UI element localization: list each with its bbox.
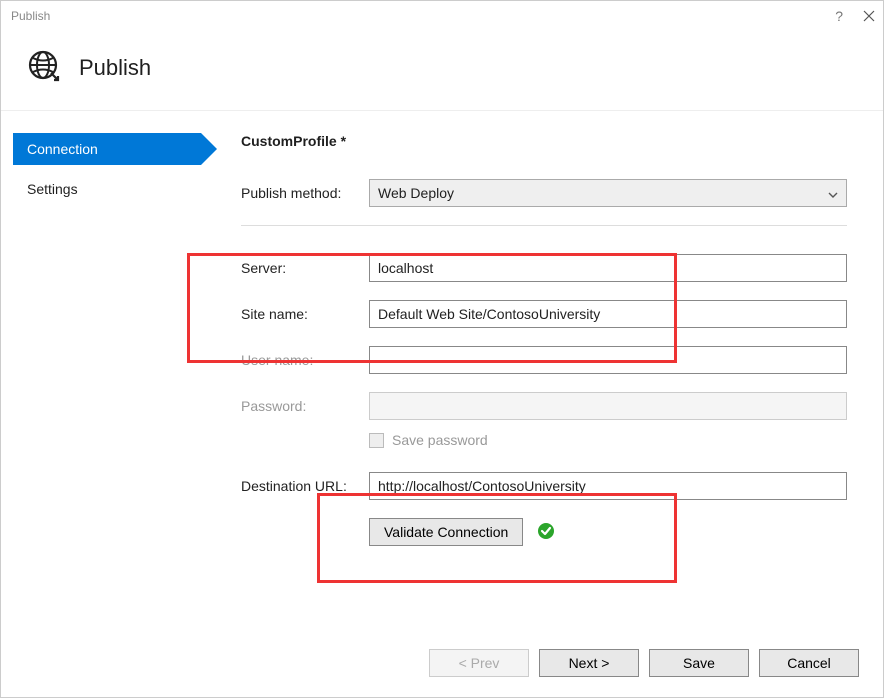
profile-name: CustomProfile * [241, 133, 847, 149]
server-input[interactable] [369, 254, 847, 282]
check-icon [537, 522, 555, 543]
sidebar: Connection Settings [1, 133, 201, 637]
header: Publish [1, 31, 883, 111]
save-button[interactable]: Save [649, 649, 749, 677]
sidebar-item-settings[interactable]: Settings [13, 173, 201, 205]
sidebar-item-label: Settings [27, 181, 78, 197]
help-icon[interactable]: ? [835, 8, 843, 24]
password-label: Password: [241, 398, 369, 414]
prev-button[interactable]: < Prev [429, 649, 529, 677]
sidebar-item-connection[interactable]: Connection [13, 133, 201, 165]
publish-method-label: Publish method: [241, 185, 369, 201]
site-name-label: Site name: [241, 306, 369, 322]
main-pane: CustomProfile * Publish method: Web Depl… [201, 133, 883, 637]
validate-connection-button[interactable]: Validate Connection [369, 518, 523, 546]
publish-dialog: Publish ? Publish Connection [0, 0, 884, 698]
page-title: Publish [79, 55, 151, 81]
user-name-label: User name: [241, 352, 369, 368]
publish-method-select[interactable]: Web Deploy [369, 179, 847, 207]
titlebar: Publish ? [1, 1, 883, 31]
user-name-input[interactable] [369, 346, 847, 374]
destination-url-label: Destination URL: [241, 478, 369, 494]
close-icon[interactable] [863, 10, 875, 22]
password-input[interactable] [369, 392, 847, 420]
sidebar-item-label: Connection [27, 141, 98, 157]
chevron-down-icon [828, 185, 838, 201]
server-label: Server: [241, 260, 369, 276]
cancel-button[interactable]: Cancel [759, 649, 859, 677]
footer: < Prev Next > Save Cancel [1, 637, 883, 697]
next-button[interactable]: Next > [539, 649, 639, 677]
destination-url-input[interactable] [369, 472, 847, 500]
globe-icon [27, 49, 61, 86]
site-name-input[interactable] [369, 300, 847, 328]
publish-method-value: Web Deploy [378, 185, 454, 201]
save-password-checkbox[interactable] [369, 433, 384, 448]
section-divider [241, 225, 847, 226]
save-password-label: Save password [392, 432, 488, 448]
window-title: Publish [11, 9, 50, 23]
